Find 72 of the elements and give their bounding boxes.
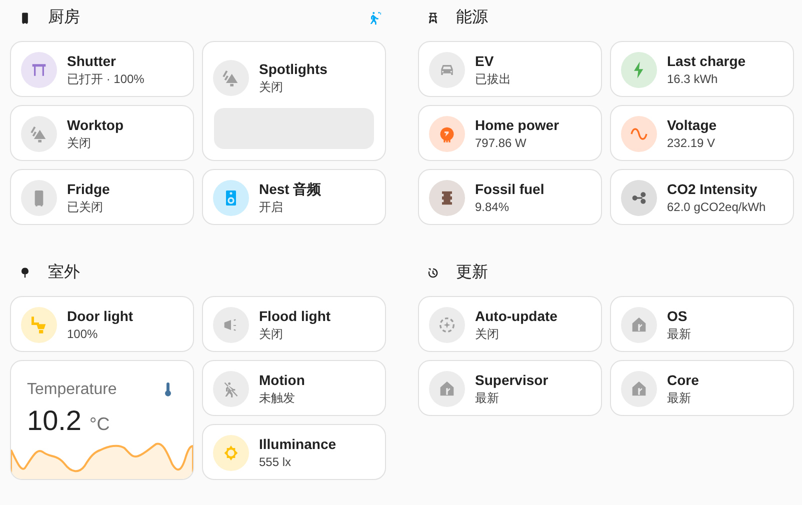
tile-name: CO2 Intensity bbox=[667, 180, 758, 198]
sensor-name: Temperature bbox=[27, 380, 117, 400]
tile-name: EV bbox=[475, 52, 495, 70]
tile-name: Motion bbox=[259, 371, 305, 389]
tile-card[interactable]: Illuminance 555 lx bbox=[202, 424, 386, 480]
tile-name: Supervisor bbox=[475, 371, 548, 389]
tile-state: 232.19 V bbox=[667, 135, 716, 152]
tile-card[interactable]: Motion 未触发 bbox=[202, 360, 386, 416]
tile-name: Door light bbox=[67, 307, 134, 325]
section-title: 更新 bbox=[456, 262, 488, 283]
icon-background[interactable] bbox=[21, 52, 57, 88]
tile-card[interactable]: CO2 Intensity 62.0 gCO2eq/kWh bbox=[610, 169, 794, 225]
tile-card[interactable]: Last charge 16.3 kWh bbox=[610, 41, 794, 97]
tile-state: 最新 bbox=[667, 390, 692, 407]
tile-card[interactable]: Voltage 232.19 V bbox=[610, 105, 794, 161]
icon-background[interactable] bbox=[621, 180, 657, 216]
tile-state: 62.0 gCO2eq/kWh bbox=[667, 199, 766, 216]
tile-card[interactable]: Worktop 关闭 bbox=[10, 105, 194, 161]
tile-card[interactable]: Auto-update 关闭 bbox=[418, 296, 602, 352]
tile-state: 已关闭 bbox=[67, 199, 104, 216]
icon-background[interactable] bbox=[429, 180, 465, 216]
icon-background[interactable] bbox=[621, 116, 657, 152]
tile-state: 开启 bbox=[259, 199, 284, 216]
tile-state: 100% bbox=[67, 326, 99, 343]
tile-card[interactable]: Fossil fuel 9.84% bbox=[418, 169, 602, 225]
tile-state: 最新 bbox=[667, 326, 691, 343]
tile-card[interactable]: Shutter 已打开 · 100% bbox=[10, 41, 194, 97]
sensor-value: 10.2 bbox=[27, 404, 82, 438]
sensor-unit: °C bbox=[90, 413, 110, 436]
sensor-card[interactable]: Temperature 10.2 °C bbox=[10, 360, 194, 480]
tile-name: Core bbox=[667, 371, 699, 389]
transmission-tower-icon bbox=[426, 11, 440, 25]
tile-state: 已打开 · 100% bbox=[67, 71, 144, 88]
tile-name: Illuminance bbox=[259, 435, 336, 453]
tile-name: Shutter bbox=[67, 52, 117, 70]
section-title: 能源 bbox=[456, 8, 488, 28]
tile-card[interactable]: Fridge 已关闭 bbox=[10, 169, 194, 225]
tile-state: 797.86 W bbox=[475, 135, 528, 152]
tile-state: 16.3 kWh bbox=[667, 71, 719, 88]
tile-state: 9.84% bbox=[475, 199, 510, 216]
section-title: 厨房 bbox=[48, 8, 80, 28]
tile-name: Fridge bbox=[67, 180, 110, 198]
tile-state: 已拔出 bbox=[475, 71, 511, 88]
tile-card[interactable]: Door light 100% bbox=[10, 296, 194, 352]
icon-background[interactable] bbox=[429, 116, 465, 152]
tile-name: OS bbox=[667, 307, 688, 325]
tile-state: 未触发 bbox=[259, 390, 296, 407]
tile-card[interactable]: Nest 音频 开启 bbox=[202, 169, 386, 225]
tile-state: 关闭 bbox=[259, 79, 284, 96]
section-title: 室外 bbox=[48, 262, 80, 283]
tile-card[interactable]: EV 已拔出 bbox=[418, 41, 602, 97]
tile-state: 最新 bbox=[475, 390, 500, 407]
tile-card[interactable]: Core 最新 bbox=[610, 360, 794, 416]
tile-name: Home power bbox=[475, 116, 560, 134]
tile-name: Nest 音频 bbox=[259, 180, 322, 198]
tile-card[interactable]: OS 最新 bbox=[610, 296, 794, 352]
tile-name: Spotlights bbox=[259, 60, 328, 78]
tile-card[interactable]: Home power 797.86 W bbox=[418, 105, 602, 161]
tile-name: Last charge bbox=[667, 52, 746, 70]
tile-name: Fossil fuel bbox=[475, 180, 544, 198]
tile-state: 关闭 bbox=[67, 135, 92, 152]
tile-state: 关闭 bbox=[259, 326, 284, 343]
tile-name: Worktop bbox=[67, 116, 124, 134]
tile-card[interactable]: Flood light 关闭 bbox=[202, 296, 386, 352]
tile-state: 关闭 bbox=[475, 326, 500, 343]
history-icon bbox=[426, 266, 440, 280]
icon-background[interactable] bbox=[621, 52, 657, 88]
tile-card[interactable]: Supervisor 最新 bbox=[418, 360, 602, 416]
tile-name: Auto-update bbox=[475, 307, 558, 325]
tile-state: 555 lx bbox=[259, 454, 292, 471]
tile-name: Flood light bbox=[259, 307, 331, 325]
tile-name: Voltage bbox=[667, 116, 717, 134]
